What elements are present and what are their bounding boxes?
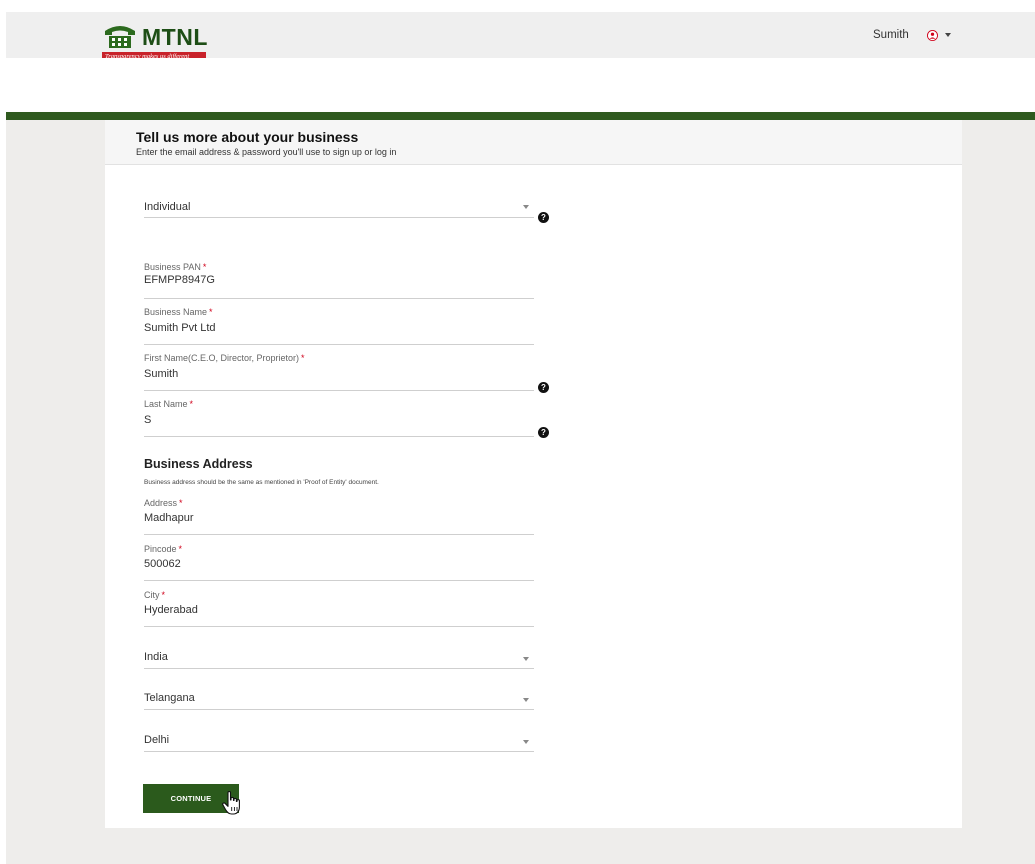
- city-field[interactable]: City * Hyderabad: [144, 581, 534, 627]
- address-value: Madhapur: [144, 512, 194, 524]
- chevron-down-icon: [523, 740, 529, 744]
- top-navbar: MTNL Transparency makes us different Sum…: [6, 12, 1035, 61]
- district-value: Delhi: [144, 734, 170, 746]
- page-title: Tell us more about your business: [136, 129, 359, 145]
- entity-type-value: Individual: [144, 201, 191, 213]
- chevron-down-icon: [523, 698, 529, 702]
- business-pan-label: Business PAN *: [144, 262, 207, 272]
- question-circle-icon[interactable]: ?: [538, 382, 549, 393]
- user-menu[interactable]: Sumith: [873, 27, 951, 43]
- city-label: City *: [144, 590, 166, 600]
- pincode-field[interactable]: Pincode * 500062: [144, 535, 534, 581]
- business-address-note: Business address should be the same as m…: [144, 479, 379, 486]
- telephone-logo-icon: [105, 26, 135, 48]
- country-value: India: [144, 651, 168, 663]
- pincode-label: Pincode *: [144, 544, 183, 554]
- business-address-heading: Business Address: [144, 457, 253, 471]
- business-name-field[interactable]: Business Name * Sumith Pvt Ltd: [144, 299, 534, 345]
- entity-type-select[interactable]: Individual: [144, 185, 534, 218]
- country-select[interactable]: India: [144, 627, 534, 669]
- brand-name: MTNL: [142, 24, 208, 50]
- state-value: Telangana: [144, 692, 195, 704]
- page-subtitle: Enter the email address & password you'l…: [136, 147, 397, 157]
- chevron-down-icon: [523, 205, 529, 209]
- address-field[interactable]: Address * Madhapur: [144, 490, 534, 535]
- city-value: Hyderabad: [144, 604, 198, 616]
- chevron-down-icon: [523, 657, 529, 661]
- business-form-card: Tell us more about your business Enter t…: [105, 120, 962, 828]
- last-name-field[interactable]: Last Name * S: [144, 391, 534, 437]
- page-frame: MTNL Transparency makes us different Sum…: [6, 12, 1035, 864]
- address-label: Address *: [144, 498, 183, 508]
- user-name: Sumith: [873, 29, 909, 41]
- last-name-label: Last Name *: [144, 399, 194, 409]
- business-name-value: Sumith Pvt Ltd: [144, 322, 216, 334]
- pincode-value: 500062: [144, 558, 181, 570]
- header-spacer: [6, 58, 1035, 112]
- business-pan-field[interactable]: Business PAN * EFMPP8947G: [144, 250, 534, 299]
- first-name-field[interactable]: First Name(C.E.O, Director, Proprietor) *…: [144, 345, 534, 391]
- hand-pointer-cursor-icon: [222, 791, 240, 815]
- business-pan-value: EFMPP8947G: [144, 274, 215, 286]
- district-select[interactable]: Delhi: [144, 710, 534, 752]
- caret-down-icon: [944, 33, 951, 37]
- question-circle-icon[interactable]: ?: [538, 212, 549, 223]
- user-circle-icon: [926, 29, 938, 41]
- card-header: Tell us more about your business Enter t…: [105, 120, 962, 165]
- question-circle-icon[interactable]: ?: [538, 427, 549, 438]
- green-divider: [6, 112, 1035, 120]
- first-name-value: Sumith: [144, 368, 179, 380]
- business-name-label: Business Name *: [144, 307, 213, 317]
- state-select[interactable]: Telangana: [144, 669, 534, 710]
- first-name-label: First Name(C.E.O, Director, Proprietor) *: [144, 353, 305, 363]
- last-name-value: S: [144, 414, 152, 426]
